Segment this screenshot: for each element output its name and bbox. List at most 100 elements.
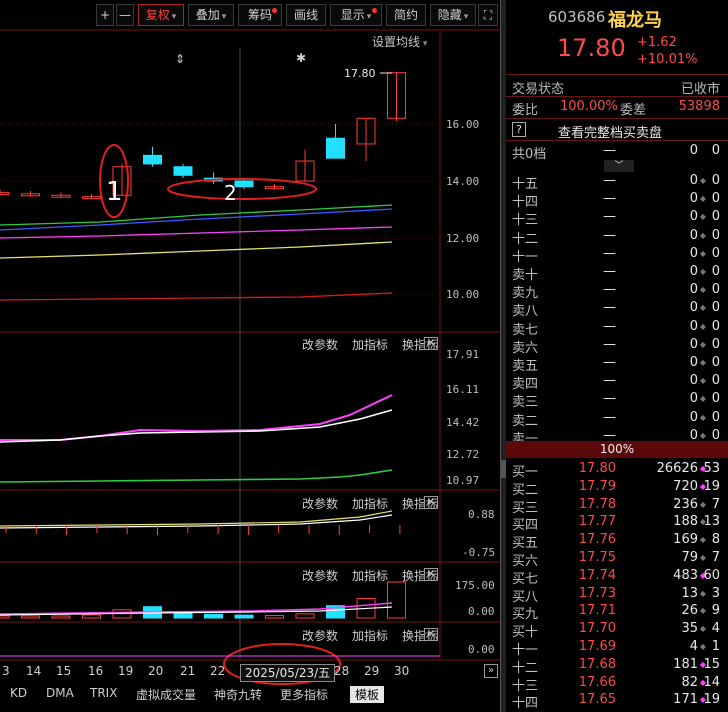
fuquan-dropdown[interactable]: 复权 ▾	[138, 4, 184, 26]
dot-icon: ◆	[699, 642, 706, 651]
tab-template[interactable]: 模板	[350, 686, 385, 703]
star-marker-icon[interactable]: ✱	[296, 51, 306, 65]
buy-level-row[interactable]: 买十 17.70 35 ◆ 4	[506, 620, 728, 640]
dot-icon: ◆	[699, 267, 706, 276]
chevron-down-icon[interactable]: ﹀	[604, 160, 634, 172]
close-pane-button[interactable]: ✕	[424, 496, 438, 509]
sell-level-row[interactable]: 卖四 —0 ◆ 0	[506, 372, 728, 392]
help-icon[interactable]: ?	[512, 122, 526, 137]
buy-level-row[interactable]: 十三 17.66 82 ◆ 14	[506, 674, 728, 694]
ma-settings-label: 设置均线	[372, 35, 421, 49]
weicha-value: 53898	[678, 99, 720, 114]
close-pane-button[interactable]: ✕	[424, 628, 438, 641]
hide-dropdown[interactable]: 隐藏 ▾	[430, 4, 476, 26]
level-volume: 0	[689, 245, 698, 261]
add-indicator-button[interactable]: 加指标	[352, 569, 388, 583]
add-indicator-button[interactable]: 加指标	[352, 338, 388, 352]
sell-level-row[interactable]: 卖八 —0 ◆ 0	[506, 299, 728, 319]
sell-level-row[interactable]: 十五 —0 ◆ 0	[506, 172, 728, 192]
level-price: —	[603, 264, 616, 279]
buy-level-row[interactable]: 买八 17.73 13 ◆ 3	[506, 585, 728, 605]
draw-line-button[interactable]: 画线	[286, 4, 326, 26]
buy-level-row[interactable]: 买一 17.80 26626 ◆ 53	[506, 460, 728, 480]
display-dropdown[interactable]: 显示 ▾	[330, 4, 382, 26]
level-volume: 26	[681, 603, 698, 619]
buy-level-row[interactable]: 买五 17.76 169 ◆ 8	[506, 531, 728, 551]
buy-level-row[interactable]: 十四 17.65 171 ◆ 19	[506, 691, 728, 711]
level-count: 60	[703, 567, 720, 583]
candle-body	[234, 180, 254, 188]
dot-icon: ◆	[699, 394, 706, 404]
dot-icon: ◆	[699, 553, 706, 562]
sell-level-row[interactable]: 十三 —0 ◆ 0	[506, 208, 728, 228]
sell-level-row[interactable]: 卖三 —0 ◆ 0	[506, 390, 728, 410]
level-volume: 236	[673, 496, 698, 512]
level-count: 7	[711, 550, 720, 565]
fullscreen-button[interactable]: ⛶	[478, 4, 498, 26]
level-count: 9	[711, 603, 720, 619]
sell-level-row[interactable]: 卖二 —0 ◆ 0	[506, 409, 728, 429]
dot-icon: ◆	[699, 430, 706, 440]
total-levels-vol: 0	[689, 143, 698, 158]
buy-level-row[interactable]: 买九 17.71 26 ◆ 9	[506, 602, 728, 622]
scroll-right-button[interactable]: »	[484, 664, 498, 678]
pane2-axis-label: 17.91	[446, 348, 480, 361]
level-volume: 181	[673, 656, 698, 672]
high-price-label: 17.80	[344, 67, 376, 80]
close-pane-button[interactable]: ✕	[424, 337, 438, 350]
sell-level-row[interactable]: 十四 —0 ◆ 0	[506, 190, 728, 210]
sell-level-row[interactable]: 卖五 —0 ◆ 0	[506, 354, 728, 374]
kline-chart-area[interactable]: 17.80 1 2 + — 复权 ▾ 叠加 ▾ 筹码 画线 显示 ▾ 简约 隐藏 ▾ ⛶ 设…	[0, 0, 500, 712]
last-price: 17.80	[557, 34, 626, 62]
edit-params-button[interactable]: 改参数	[302, 497, 338, 511]
price-axis-label: 12.00	[446, 232, 480, 245]
zoom-in-button[interactable]: +	[96, 4, 114, 26]
sell-level-row[interactable]: 十一 —0 ◆ 0	[506, 245, 728, 265]
level-price: —	[603, 355, 616, 370]
sell-level-row[interactable]: 十二 —0 ◆ 0	[506, 227, 728, 247]
edit-params-button[interactable]: 改参数	[302, 629, 338, 643]
tab-virtual-volume[interactable]: 虚拟成交量	[136, 686, 196, 703]
indicator-line	[0, 510, 393, 527]
dot-icon: ◆	[699, 194, 706, 204]
add-indicator-button[interactable]: 加指标	[352, 629, 388, 643]
ma-settings-link[interactable]: 设置均线 ▾	[372, 33, 427, 50]
add-indicator-button[interactable]: 加指标	[352, 497, 388, 511]
volume-bar	[234, 614, 254, 619]
edit-params-button[interactable]: 改参数	[302, 338, 338, 352]
buy-level-row[interactable]: 买六 17.75 79 ◆ 7	[506, 549, 728, 569]
crosshair-date-label: 2025/05/23/五	[240, 664, 336, 682]
simple-mode-button[interactable]: 简约	[386, 4, 426, 26]
sell-level-row[interactable]: 卖十 —0 ◆ 0	[506, 263, 728, 283]
pane3-axis-label: 0.88	[468, 508, 495, 521]
tab-more-indicators[interactable]: 更多指标	[280, 686, 328, 703]
buy-level-row[interactable]: 买三 17.78 236 ◆ 7	[506, 496, 728, 516]
level-count: 0	[711, 355, 720, 370]
tab-trix[interactable]: TRIX	[90, 686, 117, 700]
buy-level-row[interactable]: 十一 17.69 4 ◆ 1	[506, 638, 728, 658]
buy-level-row[interactable]: 买七 17.74 483 ◆ 60	[506, 567, 728, 587]
full-order-book-link[interactable]: 查看完整档买卖盘	[558, 122, 662, 141]
sell-level-row[interactable]: 卖九 —0 ◆ 0	[506, 281, 728, 301]
tab-magic-nine[interactable]: 神奇九转	[214, 686, 262, 703]
sell-level-row[interactable]: 卖六 —0 ◆ 0	[506, 336, 728, 356]
sell-level-row[interactable]: 卖七 —0 ◆ 0	[506, 318, 728, 338]
level-price: 17.76	[578, 532, 616, 548]
close-pane-button[interactable]: ✕	[424, 568, 438, 581]
kline-chart-canvas[interactable]: 17.80 1 2	[0, 0, 500, 712]
buy-level-row[interactable]: 十二 17.68 181 ◆ 15	[506, 656, 728, 676]
tab-kd[interactable]: KD	[10, 686, 27, 700]
buy-level-row[interactable]: 买二 17.79 720 ◆ 19	[506, 478, 728, 498]
divider	[506, 96, 728, 97]
edit-params-button[interactable]: 改参数	[302, 569, 338, 583]
event-marker-icon[interactable]: ⇕	[175, 52, 185, 66]
indicator-tab-bar: KD DMA TRIX 虚拟成交量 神奇九转 更多指标 模板	[0, 684, 500, 706]
tab-dma[interactable]: DMA	[46, 686, 74, 700]
level-count: 0	[711, 227, 720, 243]
zoom-out-button[interactable]: —	[116, 4, 134, 26]
stock-name: 福龙马	[608, 10, 662, 31]
overlay-dropdown[interactable]: 叠加 ▾	[188, 4, 234, 26]
chip-button[interactable]: 筹码	[238, 4, 282, 26]
buy-level-row[interactable]: 买四 17.77 188 ◆ 13	[506, 513, 728, 533]
chart-toolbar: + — 复权 ▾ 叠加 ▾ 筹码 画线 显示 ▾ 简约 隐藏 ▾ ⛶	[0, 4, 500, 26]
